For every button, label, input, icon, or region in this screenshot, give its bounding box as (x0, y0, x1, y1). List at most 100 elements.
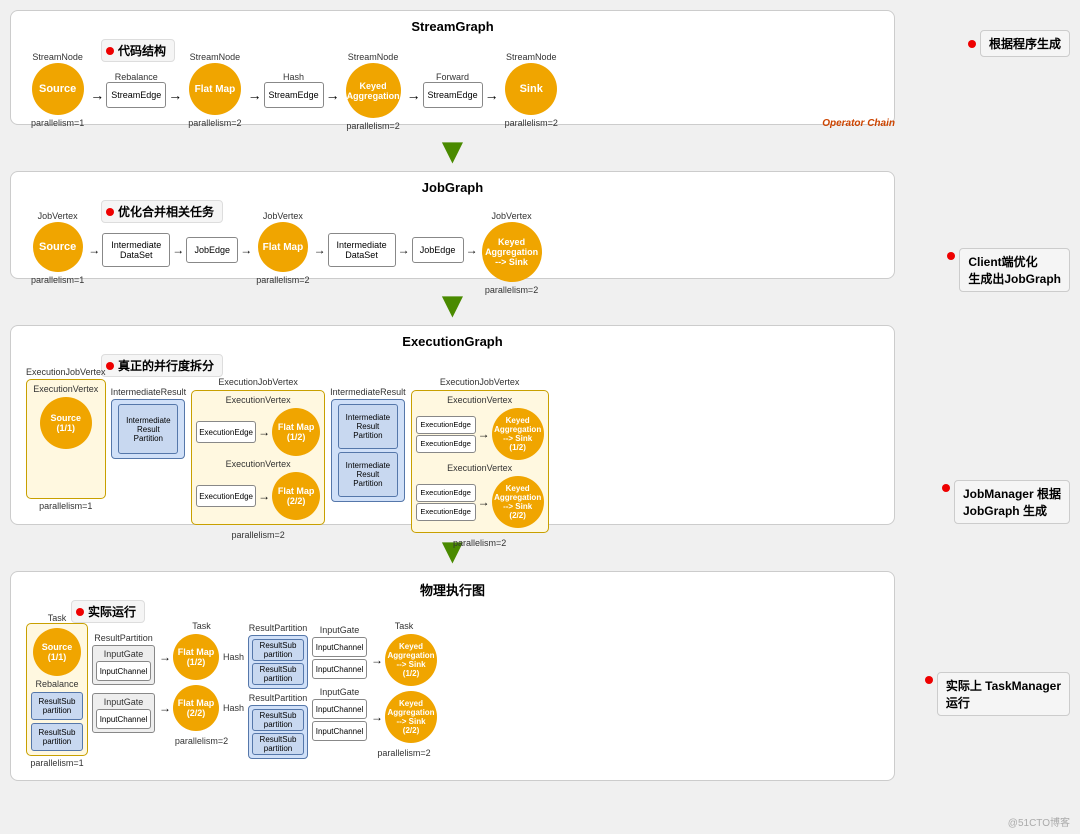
sg-sn3-label: StreamNode (348, 52, 399, 62)
main-container: StreamGraph 代码结构 StreamNode Source paral… (0, 0, 1080, 799)
eg-execedge6: ExecutionEdge (416, 503, 476, 521)
ann3-dot (942, 484, 950, 492)
eg-edge-flatmap: ExecutionJobVertex ExecutionVertex Execu… (191, 377, 325, 540)
sg-flatmap-group: StreamNode Flat Map parallelism=2 (188, 52, 241, 128)
eg-ev3-label: ExecutionVertex (196, 459, 320, 469)
ann4-text: 实际上 TaskManager运行 (937, 672, 1070, 716)
phy-source-group: Task Source(1/1) Rebalance ResultSubpart… (26, 613, 88, 768)
jg-arrow3: → (240, 243, 252, 257)
ann1-text: 根据程序生成 (980, 30, 1070, 57)
phy-resub4: ResultSubpartition (252, 663, 304, 685)
eg-execedge3: ExecutionEdge (416, 416, 476, 434)
phy-ig3-label: InputGate (312, 625, 367, 635)
phy-keyedagg-group: Task → KeyedAggregation--> Sink(1/2) → K… (371, 621, 437, 758)
phy-red-dot (76, 608, 84, 616)
eg-ejv1-label: ExecutionJobVertex (26, 367, 106, 377)
jg-source-group: JobVertex Source parallelism=1 (31, 211, 84, 285)
annotation4: 实际上 TaskManager运行 (925, 672, 1070, 716)
phy-keyedagg2: KeyedAggregation--> Sink(2/2) (385, 691, 437, 743)
phy-flatmap1: Flat Map(1/2) (173, 634, 219, 680)
jg-dataset2: IntermediateDataSet (328, 233, 396, 267)
eg-ev2-label: ExecutionVertex (196, 395, 320, 405)
phy-resub3: ResultSubpartition (252, 639, 304, 661)
phy-flatmap2: Flat Map(2/2) (173, 685, 219, 731)
operator-chain-label: Operator Chain (822, 118, 895, 129)
jg-arrow1: → (88, 243, 100, 257)
eg-ejv2-label: ExecutionJobVertex (191, 377, 325, 387)
phy-resub6: ResultSubpartition (252, 733, 304, 755)
phy-task-label1: Task (48, 613, 67, 623)
eg-red-dot (106, 362, 114, 370)
sg-sink-node: Sink (505, 63, 557, 115)
phy-inputchan1: InputChannel (96, 661, 151, 681)
phy-ic5: InputChannel (312, 699, 367, 719)
eg-flatmap-par: parallelism=2 (191, 530, 325, 540)
physical-title: 物理执行图 (21, 580, 884, 599)
phy-hash1: Hash (223, 652, 244, 662)
phy-rp1-label: ResultPartition (92, 633, 155, 643)
eg-cn-text: 真正的并行度拆分 (118, 357, 214, 374)
jobgraph-title: JobGraph (21, 180, 884, 195)
eg-source-node: Source(1/1) (40, 397, 92, 449)
eg-ev-label: ExecutionVertex (33, 384, 98, 394)
sg-rebalance-label: Rebalance (115, 72, 158, 82)
sg-keyedagg-par: parallelism=2 (346, 121, 399, 131)
sg-streamedge1: StreamEdge (106, 82, 166, 108)
sg-red-dot (106, 47, 114, 55)
phy-ic4: InputChannel (312, 659, 367, 679)
ann4-dot (925, 676, 933, 684)
jg-arrow5: → (398, 243, 410, 257)
phy-ig4-label: InputGate (312, 687, 367, 697)
sg-hash-label: Hash (283, 72, 304, 82)
phy-task-label2: Task (192, 621, 211, 631)
eg-keyedagg-group: ExecutionJobVertex ExecutionVertex Execu… (411, 377, 549, 548)
sg-source-group: StreamNode Source parallelism=1 (31, 52, 84, 128)
annotation2: Client端优化生成出JobGraph (947, 248, 1070, 292)
phy-rp3-label: ResultPartition (248, 693, 308, 703)
jg-keyedagg-node: KeyedAggregation--> Sink (482, 222, 542, 282)
jg-flatmap-group: JobVertex Flat Map parallelism=2 (256, 211, 309, 285)
sg-sn4-label: StreamNode (506, 52, 557, 62)
phy-keyedagg-par: parallelism=2 (377, 748, 430, 758)
sg-cn-label: 代码结构 (101, 39, 175, 62)
ann3-text: JobManager 根据JobGraph 生成 (954, 480, 1070, 524)
phy-rp2-label: ResultPartition (248, 623, 308, 633)
ann2-dot (947, 252, 955, 260)
phy-resub2: ResultSubpartition (31, 723, 83, 751)
jg-cn-text: 优化合并相关任务 (118, 203, 214, 220)
ann1-dot (968, 40, 976, 48)
eg-ir1-label: IntermediateResult (111, 387, 187, 397)
jg-cn-label: 优化合并相关任务 (101, 200, 223, 223)
jg-jv3-label: JobVertex (492, 211, 532, 221)
phy-source-node: Source(1/1) (33, 628, 81, 676)
annotation3: JobManager 根据JobGraph 生成 (942, 480, 1070, 524)
sg-arrow1: → (90, 87, 104, 103)
phy-ic3: InputChannel (312, 637, 367, 657)
jg-arrow2: → (172, 243, 184, 257)
jg-dataset1: IntermediateDataSet (102, 233, 170, 267)
eg-intrespart2: IntermediateResultPartition (338, 404, 398, 449)
sg-sink-par: parallelism=2 (505, 118, 558, 128)
eg-ejv3-label: ExecutionJobVertex (411, 377, 549, 387)
sg-arrow5: → (407, 87, 421, 103)
eg-execedge5: ExecutionEdge (416, 484, 476, 502)
jg-red-dot (106, 208, 114, 216)
eg-intres2-group: IntermediateResult IntermediateResultPar… (330, 387, 406, 502)
executiongraph-title: ExecutionGraph (21, 334, 884, 349)
sg-sink-group: StreamNode Sink parallelism=2 (505, 52, 558, 128)
jobgraph-section: JobGraph 优化合并相关任务 JobVertex Source paral… (10, 171, 895, 279)
sg-keyedagg-group: StreamNode KeyedAggregation parallelism=… (346, 52, 401, 131)
sg-cn-text: 代码结构 (118, 42, 166, 59)
green-arrow-1: ▼ (10, 133, 895, 169)
eg-intrespart3: IntermediateResultPartition (338, 452, 398, 497)
sg-source-par: parallelism=1 (31, 118, 84, 128)
sg-source-node: Source (32, 63, 84, 115)
phy-keyedagg1: KeyedAggregation--> Sink(1/2) (385, 634, 437, 686)
phy-ic6: InputChannel (312, 721, 367, 741)
executiongraph-section: ExecutionGraph 真正的并行度拆分 ExecutionJobVert… (10, 325, 895, 525)
sg-arrow3: → (248, 87, 262, 103)
sg-arrow6: → (485, 87, 499, 103)
phy-cn-label: 实际运行 (71, 600, 145, 623)
phy-ig2-label: InputGate (96, 697, 151, 707)
annotation1: 根据程序生成 (968, 30, 1070, 57)
